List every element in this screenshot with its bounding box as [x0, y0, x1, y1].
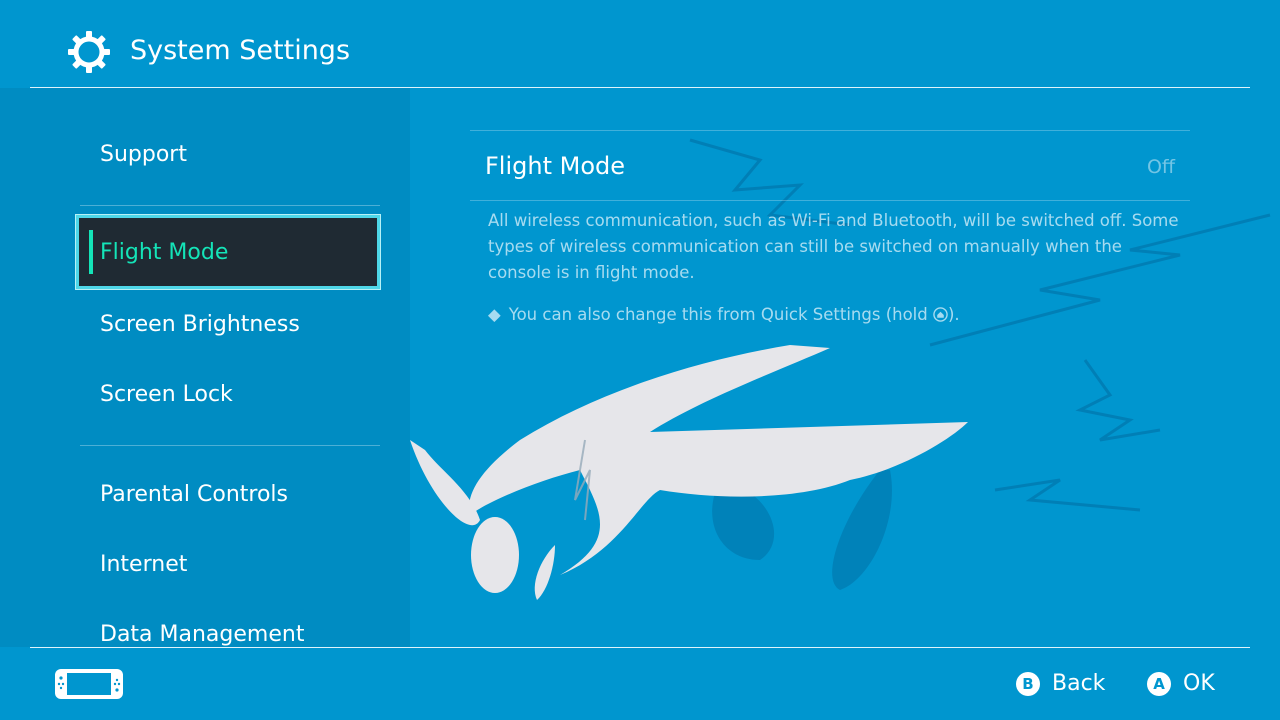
- setting-description: All wireless communication, such as Wi-F…: [488, 211, 1179, 282]
- quick-settings-note: ◆ You can also change this from Quick Set…: [488, 302, 1188, 328]
- back-button-label: Back: [1052, 671, 1106, 696]
- a-button-icon: A: [1147, 672, 1171, 696]
- sidebar-item-flight-mode[interactable]: Flight Mode: [76, 215, 380, 289]
- home-button-icon: [933, 307, 948, 322]
- sidebar-item-parental-controls[interactable]: Parental Controls: [100, 480, 288, 510]
- flight-mode-status: Off: [1146, 156, 1175, 178]
- flight-mode-setting-title[interactable]: Flight Mode: [485, 150, 625, 182]
- sidebar: Support Flight Mode Screen Brightness Sc…: [0, 88, 410, 647]
- sidebar-item-internet[interactable]: Internet: [100, 550, 187, 580]
- sidebar-item-screen-brightness[interactable]: Screen Brightness: [100, 310, 300, 340]
- content-divider: [470, 130, 1190, 131]
- footer-divider: [30, 647, 1250, 648]
- ok-button-label: OK: [1183, 671, 1215, 696]
- ok-button[interactable]: A OK: [1147, 669, 1215, 699]
- b-button-icon: B: [1016, 672, 1040, 696]
- content-divider: [470, 200, 1190, 201]
- selection-indicator: [89, 230, 93, 274]
- sidebar-divider: [80, 445, 380, 446]
- back-button[interactable]: B Back: [1016, 669, 1105, 699]
- sidebar-item-data-management[interactable]: Data Management: [100, 620, 304, 647]
- page-title: System Settings: [130, 35, 351, 66]
- gear-icon: [68, 31, 110, 73]
- sidebar-item-support[interactable]: Support: [100, 140, 187, 170]
- sidebar-divider: [80, 205, 380, 206]
- note-text: You can also change this from Quick Sett…: [508, 305, 928, 324]
- sidebar-item-screen-lock[interactable]: Screen Lock: [100, 380, 233, 410]
- diamond-bullet-icon: ◆: [488, 305, 501, 324]
- note-suffix: ).: [948, 305, 960, 324]
- console-icon: [55, 669, 123, 699]
- sidebar-item-label: Flight Mode: [100, 240, 229, 265]
- page-header: System Settings: [0, 0, 1280, 88]
